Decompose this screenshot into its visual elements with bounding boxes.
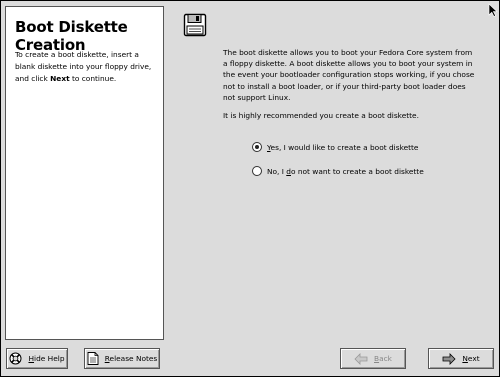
radio-yes-label-text: es, I would like to create a boot disket… (270, 142, 419, 152)
floppy-disk-icon (183, 13, 207, 37)
help-panel: Boot Diskette Creation To create a boot … (5, 6, 164, 340)
radio-no-label: No, I do not want to create a boot diske… (267, 167, 424, 176)
radio-no-create[interactable]: No, I do not want to create a boot diske… (252, 164, 424, 178)
document-icon (87, 352, 99, 365)
left-arrow-icon (354, 352, 368, 365)
radio-no-label-pre: No, I (267, 166, 287, 176)
help-text-part: to continue. (69, 74, 117, 83)
radio-yes-label: Yes, I would like to create a boot diske… (267, 143, 418, 152)
help-text: To create a boot diskette, insert a blan… (15, 49, 159, 85)
hide-help-button[interactable]: Hide Help (6, 348, 68, 369)
release-notes-button[interactable]: Release Notes (84, 348, 160, 369)
release-notes-label-text: elease Notes (109, 354, 158, 363)
installer-window: Boot Diskette Creation To create a boot … (0, 0, 500, 377)
back-button[interactable]: Back (340, 348, 406, 369)
hide-help-label-text: ide Help (34, 354, 65, 363)
recommendation-text: It is highly recommended you create a bo… (223, 111, 419, 120)
mouse-pointer-icon (488, 3, 498, 17)
next-label-text: ext (467, 354, 480, 363)
lifebuoy-icon (9, 352, 22, 365)
intro-paragraph: The boot diskette allows you to boot you… (223, 48, 475, 102)
radio-button-selected[interactable] (252, 142, 262, 152)
right-arrow-icon (442, 352, 456, 365)
help-text-next-bold: Next (50, 74, 70, 83)
radio-button-unselected[interactable] (252, 166, 262, 176)
back-label: Back (374, 354, 392, 363)
radio-no-label-text: o not want to create a boot diskette (290, 166, 424, 176)
hide-help-label: Hide Help (28, 354, 64, 363)
release-notes-label: Release Notes (105, 354, 158, 363)
next-button[interactable]: Next (428, 348, 494, 369)
back-label-text: ack (379, 354, 392, 363)
radio-yes-create[interactable]: Yes, I would like to create a boot diske… (252, 140, 418, 154)
next-label: Next (462, 354, 479, 363)
